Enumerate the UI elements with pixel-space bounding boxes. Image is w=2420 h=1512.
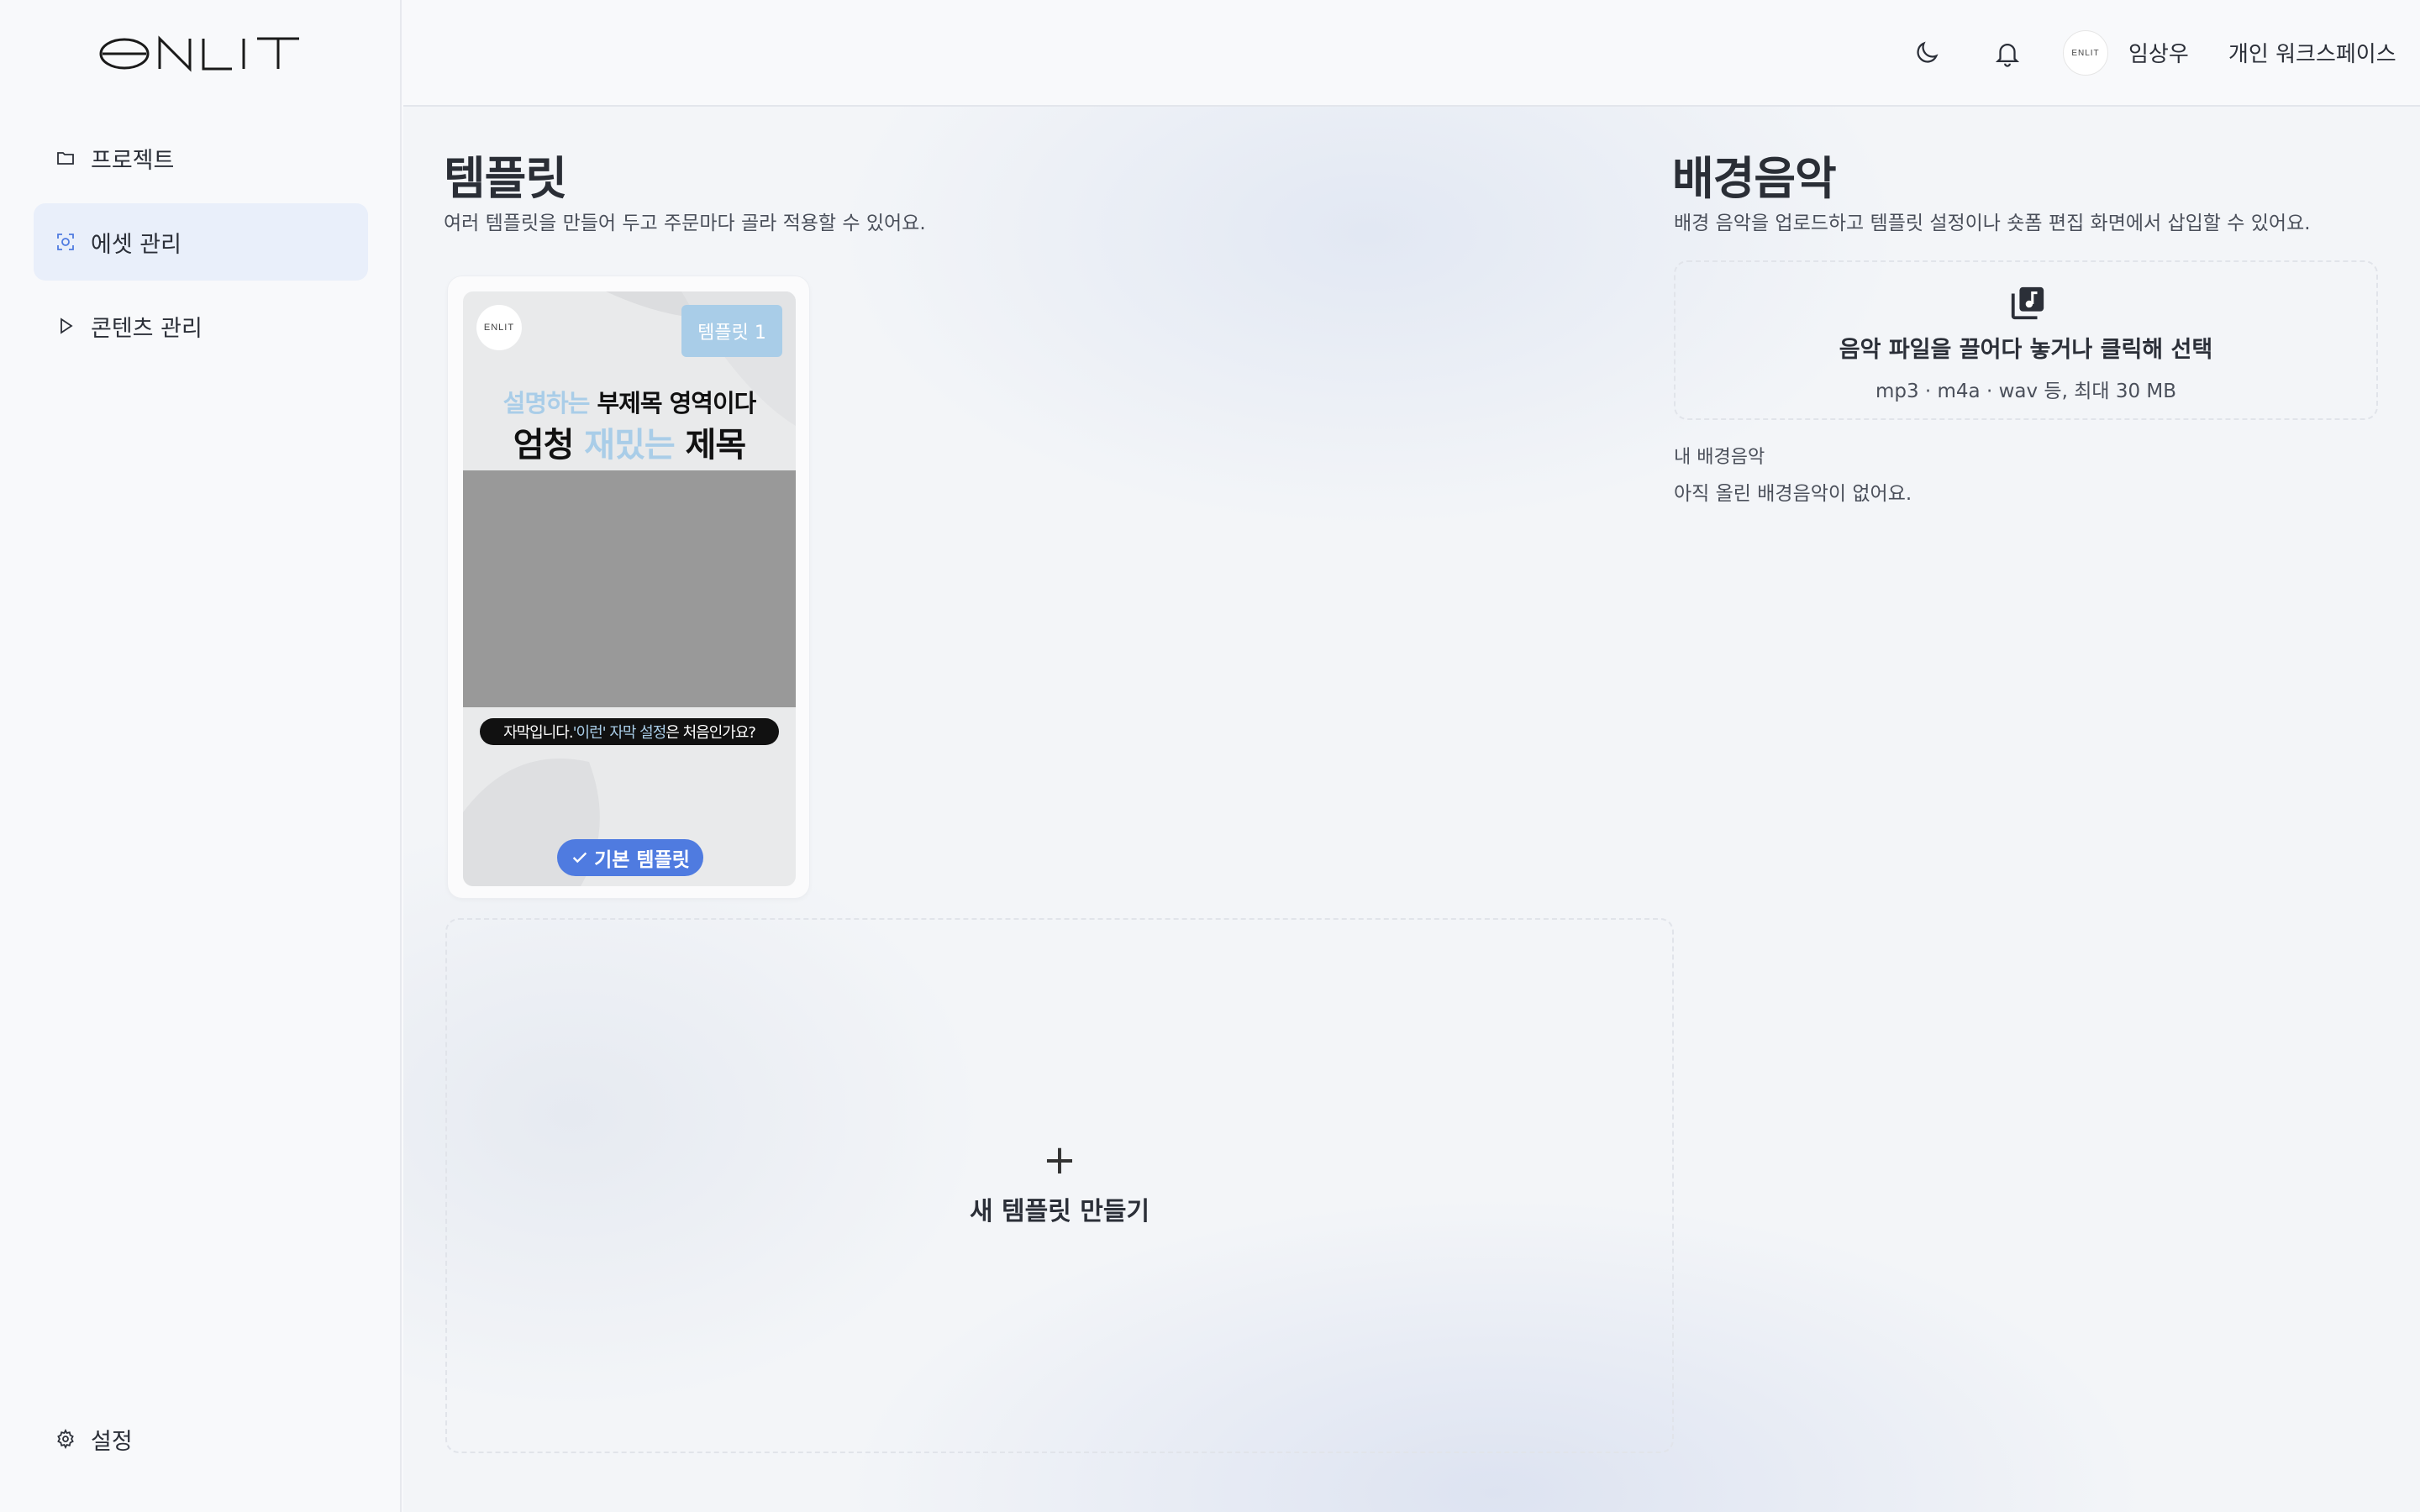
user-name[interactable]: 임상우 — [2128, 37, 2189, 68]
plus-icon: + — [1042, 1137, 1077, 1184]
avatar[interactable]: ENLIT — [2063, 30, 2108, 76]
enlit-logo[interactable] — [99, 34, 302, 74]
sidebar-item-label: 콘텐츠 관리 — [91, 315, 203, 342]
template-caption: 자막입니다. '이런' 자막 설정 은 처음인가요? — [480, 718, 779, 745]
gear-icon — [54, 1427, 77, 1451]
templates-title: 템플릿 — [444, 152, 567, 205]
sidebar-item-label: 프로젝트 — [91, 147, 175, 174]
sidebar-item-settings[interactable]: 설정 — [34, 1400, 368, 1478]
default-template-badge: 기본 템플릿 — [557, 839, 703, 876]
sidebar: 프로젝트 에셋 관리 콘텐츠 관리 설정 — [0, 0, 402, 1512]
sidebar-item-projects[interactable]: 프로젝트 — [34, 119, 368, 197]
caption-highlight: '이런' 자막 설정 — [572, 724, 667, 742]
template-logo: ENLIT — [476, 305, 522, 350]
subtitle-highlight: 설명하는 — [502, 389, 591, 417]
logo-mark-icon — [99, 35, 299, 72]
my-bgm-label: 내 배경음악 — [1674, 447, 1765, 468]
music-library-icon — [2011, 286, 2044, 320]
caption-text-pre: 자막입니다. — [503, 724, 574, 742]
workspace-switcher[interactable]: 개인 워크스페이스 — [2228, 37, 2396, 68]
caption-text-post: 은 처음인가요? — [666, 724, 756, 742]
bell-icon — [1995, 44, 2020, 67]
sidebar-item-assets[interactable]: 에셋 관리 — [34, 203, 368, 281]
title-text-pre: 엄청 — [513, 426, 585, 465]
default-template-label: 기본 템플릿 — [594, 849, 690, 871]
upload-hint: mp3 · m4a · wav 등, 최대 30 MB — [1875, 381, 2177, 402]
music-upload-dropzone[interactable]: 음악 파일을 끌어다 놓거나 클릭해 선택 mp3 · m4a · wav 등,… — [1674, 260, 2378, 420]
upload-title: 음악 파일을 끌어다 놓거나 클릭해 선택 — [1839, 337, 2213, 363]
new-template-label: 새 템플릿 만들기 — [969, 1197, 1150, 1226]
notification-button[interactable] — [1986, 32, 2028, 74]
topbar — [403, 0, 2420, 107]
template-name-badge: 템플릿 1 — [681, 305, 782, 357]
folder-icon — [54, 146, 77, 170]
bgm-title: 배경음악 — [1672, 152, 1837, 205]
moon-icon — [1917, 41, 1939, 63]
sidebar-item-label: 설정 — [91, 1428, 133, 1455]
asset-scan-icon — [54, 230, 77, 254]
templates-description: 여러 템플릿을 만들어 두고 주문마다 골라 적용할 수 있어요. — [444, 213, 926, 234]
title-text-post: 제목 — [674, 426, 747, 465]
theme-toggle-button[interactable] — [1906, 32, 1948, 74]
bgm-description: 배경 음악을 업로드하고 템플릿 설정이나 숏폼 편집 화면에서 삽입할 수 있… — [1674, 213, 2311, 234]
bgm-empty-state: 아직 올린 배경음악이 없어요. — [1674, 483, 1912, 505]
subtitle-text: 부제목 영역이다 — [589, 389, 756, 417]
template-media-placeholder — [463, 470, 796, 707]
sidebar-item-contents[interactable]: 콘텐츠 관리 — [34, 287, 368, 365]
template-card[interactable]: ENLIT 템플릿 1 설명하는 부제목 영역이다 엄청 재밌는 제목 자막입니… — [447, 276, 810, 899]
template-title: 엄청 재밌는 제목 — [463, 417, 796, 466]
play-icon — [54, 314, 77, 338]
check-icon — [572, 852, 587, 864]
template-preview: ENLIT 템플릿 1 설명하는 부제목 영역이다 엄청 재밌는 제목 자막입니… — [463, 291, 796, 886]
sidebar-item-label: 에셋 관리 — [91, 231, 182, 258]
title-highlight: 재밌는 — [584, 426, 675, 465]
new-template-button[interactable]: + 새 템플릿 만들기 — [445, 918, 1674, 1453]
template-subtitle: 설명하는 부제목 영역이다 — [463, 384, 796, 419]
